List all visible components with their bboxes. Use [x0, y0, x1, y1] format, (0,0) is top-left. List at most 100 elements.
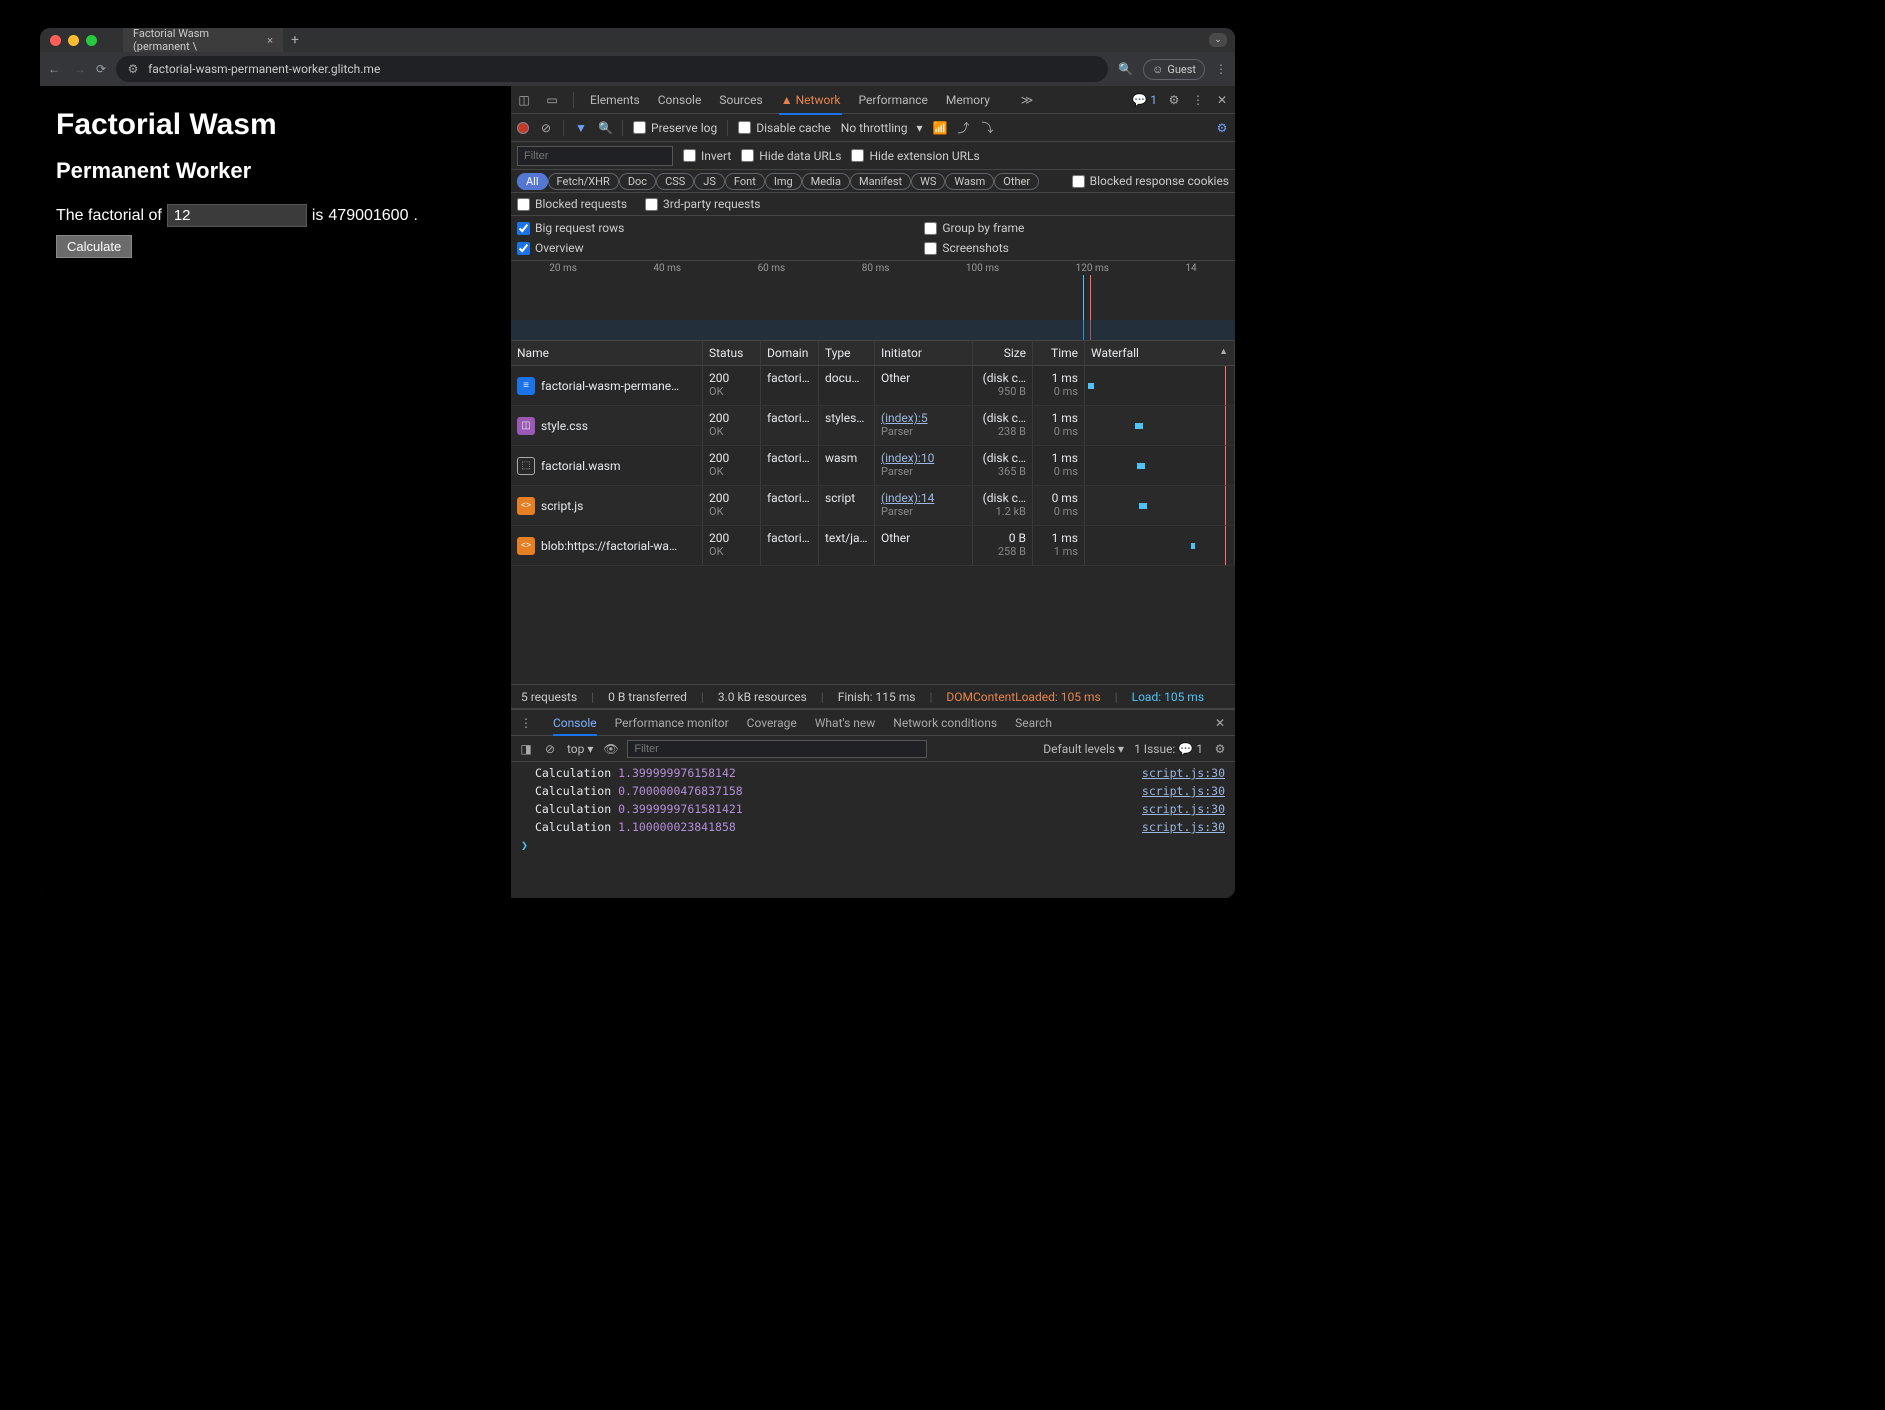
filter-chip-doc[interactable]: Doc	[619, 173, 656, 190]
minimize-window-button[interactable]	[68, 35, 79, 46]
page-subtitle: Permanent Worker	[56, 158, 494, 184]
log-levels-select[interactable]: Default levels ▾	[1043, 742, 1124, 756]
filter-chip-ws[interactable]: WS	[911, 173, 945, 190]
source-link[interactable]: script.js:30	[1142, 766, 1225, 780]
devtools-tab-sources[interactable]: Sources	[717, 87, 764, 113]
filter-chip-all[interactable]: All	[517, 173, 548, 190]
filter-chip-media[interactable]: Media	[802, 173, 850, 190]
search-icon[interactable]: 🔍	[598, 121, 612, 135]
source-link[interactable]: script.js:30	[1142, 820, 1225, 834]
filter-chip-js[interactable]: JS	[694, 173, 725, 190]
table-row[interactable]: <>script.js200OKfactori…script(index):14…	[511, 486, 1235, 526]
hide-data-urls-checkbox[interactable]: Hide data URLs	[741, 149, 841, 163]
drawer-tab-performance-monitor[interactable]: Performance monitor	[615, 712, 729, 734]
filter-chip-css[interactable]: CSS	[656, 173, 694, 190]
console-prompt[interactable]: ❯	[511, 836, 1235, 854]
context-selector[interactable]: top ▾	[567, 742, 593, 756]
issues-badge[interactable]: 💬 1	[1132, 93, 1157, 107]
sidebar-toggle-icon[interactable]: ◨	[519, 742, 533, 756]
screenshots-checkbox[interactable]: Screenshots	[924, 241, 1024, 255]
devtools-tab-elements[interactable]: Elements	[588, 87, 642, 113]
filter-toggle-icon[interactable]: ▼	[574, 121, 588, 135]
address-bar[interactable]: ⚙ factorial-wasm-permanent-worker.glitch…	[116, 56, 1108, 82]
overview-timeline[interactable]: 20 ms40 ms60 ms80 ms100 ms120 ms14	[511, 261, 1235, 341]
filter-chip-manifest[interactable]: Manifest	[850, 173, 911, 190]
reload-button[interactable]: ⟳	[96, 62, 106, 76]
filter-chip-img[interactable]: Img	[765, 173, 802, 190]
devtools-tab-memory[interactable]: Memory	[944, 87, 992, 113]
blocked-cookies-checkbox[interactable]: Blocked response cookies	[1072, 174, 1229, 188]
browser-menu-button[interactable]: ⋮	[1215, 62, 1227, 76]
tab-close-icon[interactable]: ×	[267, 34, 273, 47]
new-tab-button[interactable]: +	[291, 32, 299, 48]
browser-toolbar: ← → ⟳ ⚙ factorial-wasm-permanent-worker.…	[40, 52, 1235, 86]
drawer-tab-console[interactable]: Console	[553, 712, 597, 736]
close-drawer-button[interactable]: ✕	[1213, 716, 1227, 730]
settings-icon[interactable]: ⚙	[1167, 93, 1181, 107]
drawer-menu-button[interactable]: ⋮	[519, 716, 533, 730]
record-button[interactable]	[517, 122, 529, 134]
invert-checkbox[interactable]: Invert	[683, 149, 731, 163]
table-row[interactable]: ≡factorial-wasm-permane…200OKfactori…doc…	[511, 366, 1235, 406]
devtools-menu-button[interactable]: ⋮	[1191, 93, 1205, 107]
col-type-header[interactable]: Type	[819, 341, 875, 365]
live-expression-icon[interactable]: 👁	[603, 742, 617, 756]
hide-ext-urls-checkbox[interactable]: Hide extension URLs	[851, 149, 979, 163]
device-toggle-icon[interactable]: ▭	[545, 93, 559, 107]
devtools-tab-console[interactable]: Console	[656, 87, 704, 113]
back-button[interactable]: ←	[48, 62, 60, 76]
console-filter-input[interactable]	[627, 740, 927, 758]
blocked-requests-checkbox[interactable]: Blocked requests	[517, 197, 627, 211]
site-settings-icon[interactable]: ⚙	[126, 62, 140, 76]
table-row[interactable]: <>blob:https://factorial-wa…200OKfactori…	[511, 526, 1235, 566]
window-dropdown-button[interactable]: ⌄	[1209, 33, 1227, 47]
group-by-frame-checkbox[interactable]: Group by frame	[924, 221, 1024, 235]
table-row[interactable]: ◫style.css200OKfactori…styles…(index):5P…	[511, 406, 1235, 446]
col-time-header[interactable]: Time	[1033, 341, 1085, 365]
devtools-tab-performance[interactable]: Performance	[856, 87, 929, 113]
preserve-log-checkbox[interactable]: Preserve log	[633, 121, 717, 135]
more-tabs-button[interactable]: ≫	[1020, 93, 1034, 107]
forward-button[interactable]: →	[74, 62, 86, 76]
source-link[interactable]: script.js:30	[1142, 784, 1225, 798]
col-name-header[interactable]: Name	[511, 341, 703, 365]
throttling-select[interactable]: No throttling ▾	[841, 121, 923, 135]
clear-button[interactable]: ⊘	[539, 121, 553, 135]
col-size-header[interactable]: Size	[973, 341, 1033, 365]
export-har-icon[interactable]: ⤴	[957, 119, 971, 136]
filter-chip-font[interactable]: Font	[725, 173, 765, 190]
maximize-window-button[interactable]	[86, 35, 97, 46]
table-row[interactable]: ⬚factorial.wasm200OKfactori…wasm(index):…	[511, 446, 1235, 486]
filter-chip-wasm[interactable]: Wasm	[945, 173, 994, 190]
network-conditions-icon[interactable]: 📶	[933, 121, 947, 135]
factorial-input[interactable]	[167, 204, 307, 227]
calculate-button[interactable]: Calculate	[56, 235, 132, 258]
drawer-tab-coverage[interactable]: Coverage	[747, 712, 797, 734]
big-rows-checkbox[interactable]: Big request rows	[517, 221, 624, 235]
overview-checkbox[interactable]: Overview	[517, 241, 624, 255]
source-link[interactable]: script.js:30	[1142, 802, 1225, 816]
filter-chip-fetchxhr[interactable]: Fetch/XHR	[548, 173, 619, 190]
drawer-tab-network-conditions[interactable]: Network conditions	[893, 712, 997, 734]
col-domain-header[interactable]: Domain	[761, 341, 819, 365]
issue-indicator[interactable]: 1 Issue: 💬 1	[1134, 742, 1203, 756]
devtools-tab-network[interactable]: ▲Network	[779, 87, 843, 115]
network-filter-input[interactable]	[517, 146, 673, 166]
clear-console-button[interactable]: ⊘	[543, 742, 557, 756]
inspect-icon[interactable]: ◫	[517, 93, 531, 107]
col-initiator-header[interactable]: Initiator	[875, 341, 973, 365]
profile-button[interactable]: ☺ Guest	[1143, 59, 1205, 80]
filter-chip-other[interactable]: Other	[994, 173, 1039, 190]
col-waterfall-header[interactable]: Waterfall▲	[1085, 341, 1235, 365]
disable-cache-checkbox[interactable]: Disable cache	[738, 121, 831, 135]
third-party-checkbox[interactable]: 3rd-party requests	[645, 197, 760, 211]
drawer-tab-search[interactable]: Search	[1015, 712, 1052, 734]
col-status-header[interactable]: Status	[703, 341, 761, 365]
zoom-icon[interactable]: 🔍	[1118, 62, 1133, 76]
close-window-button[interactable]	[50, 35, 61, 46]
import-har-icon[interactable]: ⤵	[981, 119, 995, 136]
console-settings-icon[interactable]: ⚙	[1213, 742, 1227, 756]
network-settings-icon[interactable]: ⚙	[1215, 121, 1229, 135]
drawer-tab-what-s-new[interactable]: What's new	[815, 712, 876, 734]
close-devtools-button[interactable]: ✕	[1215, 93, 1229, 107]
